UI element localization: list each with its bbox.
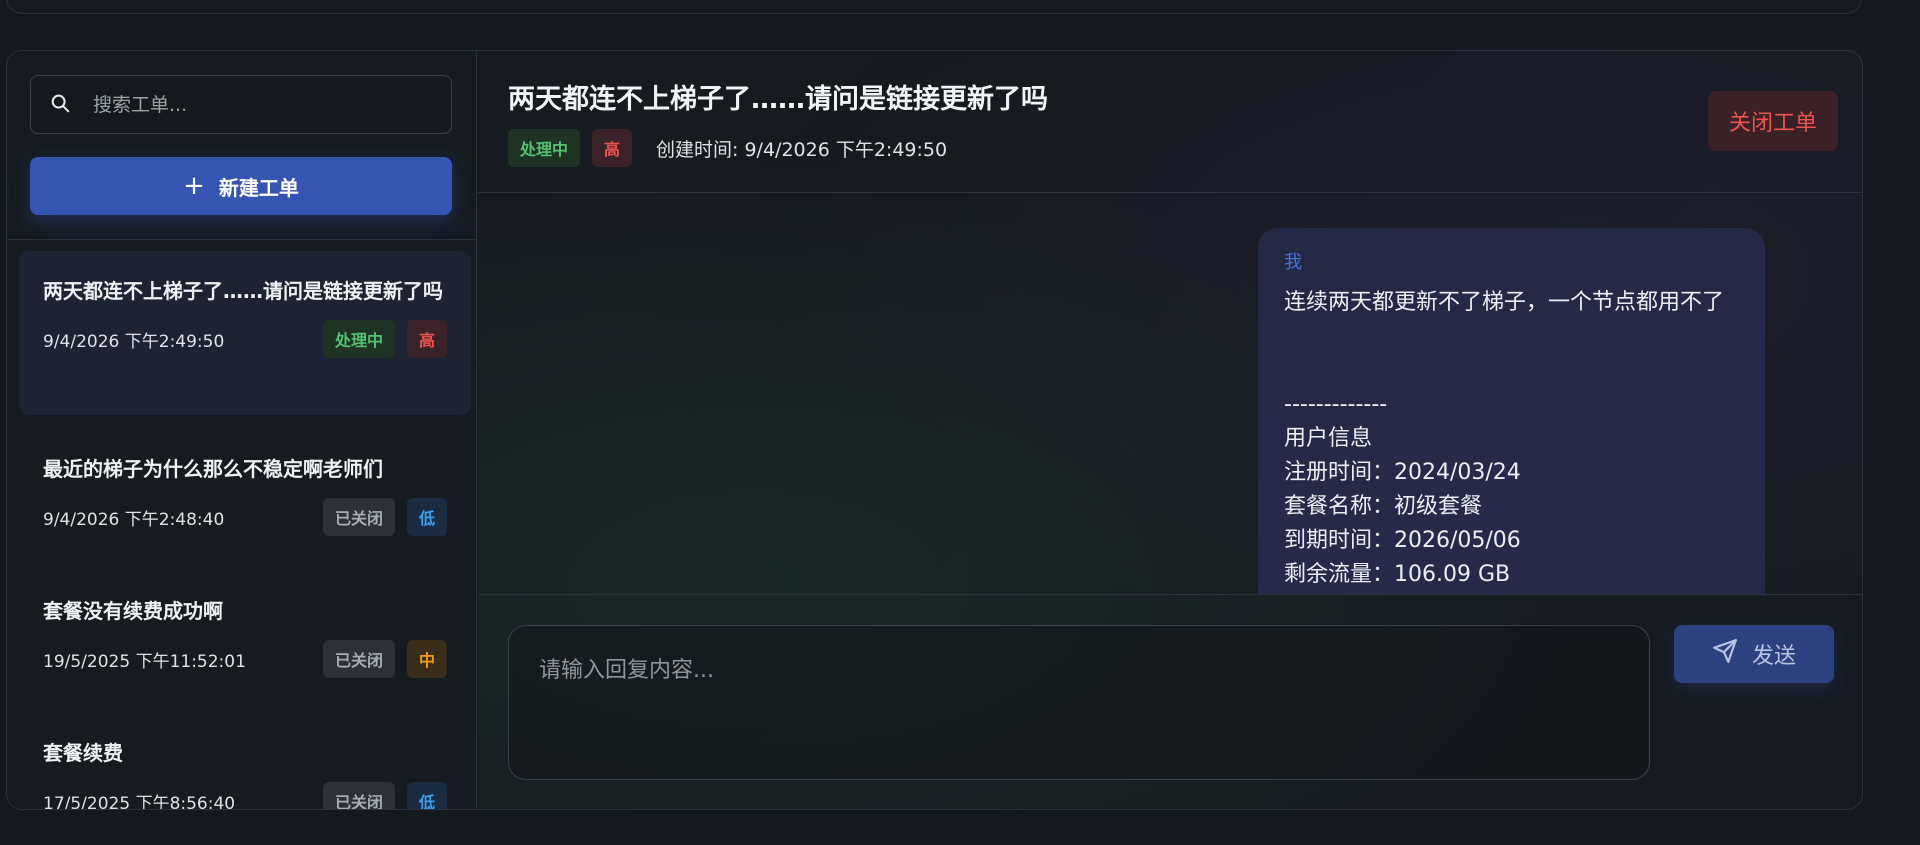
ticket-date: 9/4/2026 下午2:48:40	[43, 509, 225, 530]
ticket-title: 最近的梯子为什么那么不稳定啊老师们	[43, 457, 383, 481]
send-icon	[1712, 638, 1738, 670]
ticket-date: 19/5/2025 下午11:52:01	[43, 651, 246, 672]
ticket-detail: 两天都连不上梯子了……请问是链接更新了吗 处理中 高 创建时间: 9/4/202…	[478, 51, 1862, 809]
message-bubble: 我 连续两天都更新不了梯子，一个节点都用不了 ------------- 用户信…	[1258, 228, 1765, 594]
message-list: 我 连续两天都更新不了梯子，一个节点都用不了 ------------- 用户信…	[478, 194, 1862, 594]
message-sender: 我	[1284, 252, 1302, 273]
ticket-title: 套餐没有续费成功啊	[43, 599, 223, 623]
created-time: 创建时间: 9/4/2026 下午2:49:50	[656, 138, 948, 161]
search-input[interactable]	[91, 92, 451, 117]
ticket-title: 套餐续费	[43, 741, 123, 765]
message-text: 连续两天都更新不了梯子，一个节点都用不了 ------------- 用户信息 …	[1284, 290, 1725, 587]
status-badge: 已关闭	[322, 498, 395, 536]
status-badge: 处理中	[508, 129, 581, 167]
reply-input[interactable]	[508, 625, 1650, 780]
status-badge: 已关闭	[322, 782, 395, 809]
status-badge: 已关闭	[322, 640, 395, 678]
send-button[interactable]: 发送	[1674, 625, 1834, 683]
ticket-header: 两天都连不上梯子了……请问是链接更新了吗 处理中 高 创建时间: 9/4/202…	[478, 51, 1862, 193]
send-label: 发送	[1751, 644, 1796, 669]
ticket-list: 两天都连不上梯子了……请问是链接更新了吗 9/4/2026 下午2:49:50 …	[19, 251, 471, 810]
ticket-date: 9/4/2026 下午2:49:50	[43, 331, 225, 352]
priority-badge: 中	[406, 640, 447, 678]
page-title: 两天都连不上梯子了……请问是链接更新了吗	[508, 84, 1048, 115]
new-ticket-button[interactable]: + 新建工单	[30, 157, 452, 215]
close-ticket-button[interactable]: 关闭工单	[1708, 91, 1838, 151]
priority-badge: 高	[406, 320, 447, 358]
priority-badge: 低	[406, 498, 447, 536]
ticket-panel: + 新建工单 两天都连不上梯子了……请问是链接更新了吗 9/4/2026 下午2…	[6, 50, 1863, 810]
ticket-item-1[interactable]: 两天都连不上梯子了……请问是链接更新了吗 9/4/2026 下午2:49:50 …	[19, 251, 471, 415]
search-icon	[49, 92, 71, 118]
sidebar-divider	[7, 239, 476, 240]
status-badge: 处理中	[322, 320, 395, 358]
priority-badge: 高	[592, 129, 633, 167]
plus-icon: +	[183, 171, 205, 201]
reply-area: 发送	[478, 594, 1862, 809]
ticket-sidebar: + 新建工单 两天都连不上梯子了……请问是链接更新了吗 9/4/2026 下午2…	[7, 51, 477, 809]
ticket-item-2[interactable]: 最近的梯子为什么那么不稳定啊老师们 9/4/2026 下午2:48:40 已关闭…	[19, 415, 471, 557]
ticket-date: 17/5/2025 下午8:56:40	[43, 793, 236, 810]
ticket-title: 两天都连不上梯子了……请问是链接更新了吗	[43, 279, 443, 303]
ticket-item-3[interactable]: 套餐没有续费成功啊 19/5/2025 下午11:52:01 已关闭 中	[19, 557, 471, 699]
new-ticket-label: 新建工单	[218, 175, 299, 200]
top-bar	[6, 0, 1862, 14]
priority-badge: 低	[406, 782, 447, 809]
search-box[interactable]	[30, 75, 452, 134]
ticket-item-4[interactable]: 套餐续费 17/5/2025 下午8:56:40 已关闭 低	[19, 699, 471, 810]
